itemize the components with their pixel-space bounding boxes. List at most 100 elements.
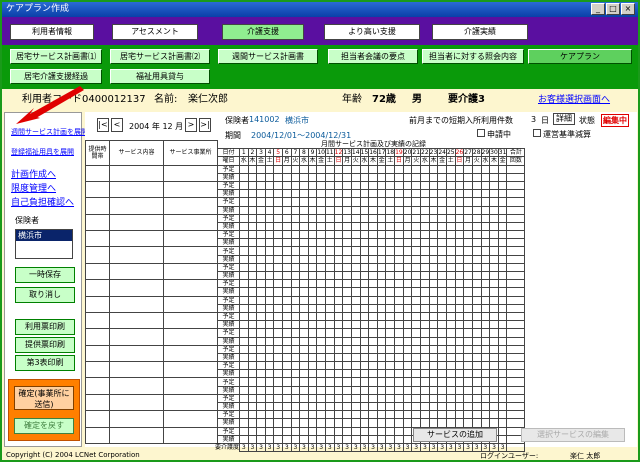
day-cell[interactable] [281, 262, 292, 273]
day-cell[interactable] [428, 287, 439, 297]
day-cell[interactable] [350, 287, 361, 297]
day-cell[interactable] [376, 311, 387, 322]
service-cell[interactable] [109, 426, 164, 444]
day-cell[interactable] [281, 377, 292, 387]
day-cell[interactable] [497, 401, 508, 412]
day-cell[interactable] [359, 352, 370, 363]
day-cell[interactable] [273, 270, 283, 281]
day-cell[interactable] [273, 180, 283, 191]
day-cell[interactable] [264, 320, 275, 330]
day-cell[interactable] [480, 270, 491, 281]
day-cell[interactable] [454, 287, 465, 297]
day-cell[interactable] [480, 303, 491, 313]
table-row[interactable]: 予定 [85, 230, 529, 248]
menu-care-support[interactable]: 介護支援 [222, 24, 304, 40]
day-cell[interactable] [273, 352, 283, 363]
day-cell[interactable] [273, 311, 283, 322]
tab-plan1[interactable]: 居宅サービス計画書⑴ [10, 49, 102, 64]
day-cell[interactable] [420, 352, 430, 363]
day-cell[interactable] [290, 189, 301, 199]
standard-checkbox[interactable] [533, 129, 541, 137]
day-cell[interactable] [402, 279, 413, 289]
day-cell[interactable] [307, 172, 318, 182]
day-cell[interactable] [480, 369, 491, 379]
day-cell[interactable] [402, 426, 413, 436]
day-cell[interactable] [471, 320, 482, 330]
day-cell[interactable] [299, 369, 309, 379]
day-cell[interactable] [420, 213, 430, 223]
day-cell[interactable] [368, 328, 378, 338]
day-cell[interactable] [480, 205, 491, 215]
day-cell[interactable] [385, 311, 396, 322]
day-cell[interactable] [281, 279, 292, 289]
day-cell[interactable] [394, 270, 404, 281]
day-cell[interactable] [350, 352, 361, 363]
day-cell[interactable] [350, 270, 361, 281]
day-cell[interactable] [359, 262, 370, 273]
day-cell[interactable] [471, 401, 482, 412]
day-cell[interactable] [273, 303, 283, 313]
day-cell[interactable] [463, 213, 473, 223]
day-cell[interactable] [445, 230, 456, 240]
day-cell[interactable] [247, 221, 258, 232]
day-cell[interactable] [247, 426, 258, 436]
day-cell[interactable] [333, 197, 344, 207]
day-cell[interactable] [376, 352, 387, 363]
day-cell[interactable] [411, 352, 422, 363]
day-cell[interactable] [497, 230, 508, 240]
day-cell[interactable] [420, 262, 430, 273]
day-cell[interactable] [480, 320, 491, 330]
day-cell[interactable] [376, 180, 387, 191]
day-cell[interactable] [480, 295, 491, 305]
day-cell[interactable] [411, 172, 422, 182]
day-cell[interactable] [420, 172, 430, 182]
day-cell[interactable] [325, 385, 335, 395]
day-cell[interactable] [394, 189, 404, 199]
day-cell[interactable] [428, 205, 439, 215]
day-cell[interactable] [463, 393, 473, 404]
day-cell[interactable] [325, 410, 335, 420]
day-cell[interactable] [264, 213, 275, 223]
day-cell[interactable] [290, 205, 301, 215]
day-cell[interactable] [454, 320, 465, 330]
day-cell[interactable] [402, 418, 413, 428]
day-cell[interactable] [359, 434, 370, 444]
day-cell[interactable] [247, 287, 258, 297]
day-cell[interactable] [411, 180, 422, 191]
service-cell[interactable] [109, 311, 164, 330]
day-cell[interactable] [394, 336, 404, 346]
day-cell[interactable] [489, 230, 499, 240]
day-cell[interactable] [281, 410, 292, 420]
day-cell[interactable] [385, 254, 396, 264]
day-cell[interactable] [290, 410, 301, 420]
day-cell[interactable] [463, 336, 473, 346]
day-cell[interactable] [342, 393, 352, 404]
day-cell[interactable] [342, 434, 352, 444]
day-cell[interactable] [333, 434, 344, 444]
day-cell[interactable] [264, 377, 275, 387]
day-cell[interactable] [342, 205, 352, 215]
day-cell[interactable] [463, 189, 473, 199]
day-cell[interactable] [307, 197, 318, 207]
day-cell[interactable] [428, 303, 439, 313]
day-cell[interactable] [463, 385, 473, 395]
day-cell[interactable] [359, 320, 370, 330]
day-cell[interactable] [342, 295, 352, 305]
day-cell[interactable] [307, 418, 318, 428]
office-cell[interactable] [163, 213, 218, 232]
day-cell[interactable] [376, 262, 387, 273]
day-cell[interactable] [402, 352, 413, 363]
day-cell[interactable] [264, 230, 275, 240]
day-cell[interactable] [480, 311, 491, 322]
day-cell[interactable] [247, 311, 258, 322]
office-cell[interactable] [163, 262, 218, 281]
day-cell[interactable] [454, 393, 465, 404]
first-month-button[interactable]: |< [97, 118, 109, 132]
day-cell[interactable] [359, 279, 370, 289]
day-cell[interactable] [264, 401, 275, 412]
day-cell[interactable] [333, 180, 344, 191]
day-cell[interactable] [420, 221, 430, 232]
day-cell[interactable] [299, 361, 309, 371]
day-cell[interactable] [437, 238, 447, 248]
day-cell[interactable] [368, 361, 378, 371]
